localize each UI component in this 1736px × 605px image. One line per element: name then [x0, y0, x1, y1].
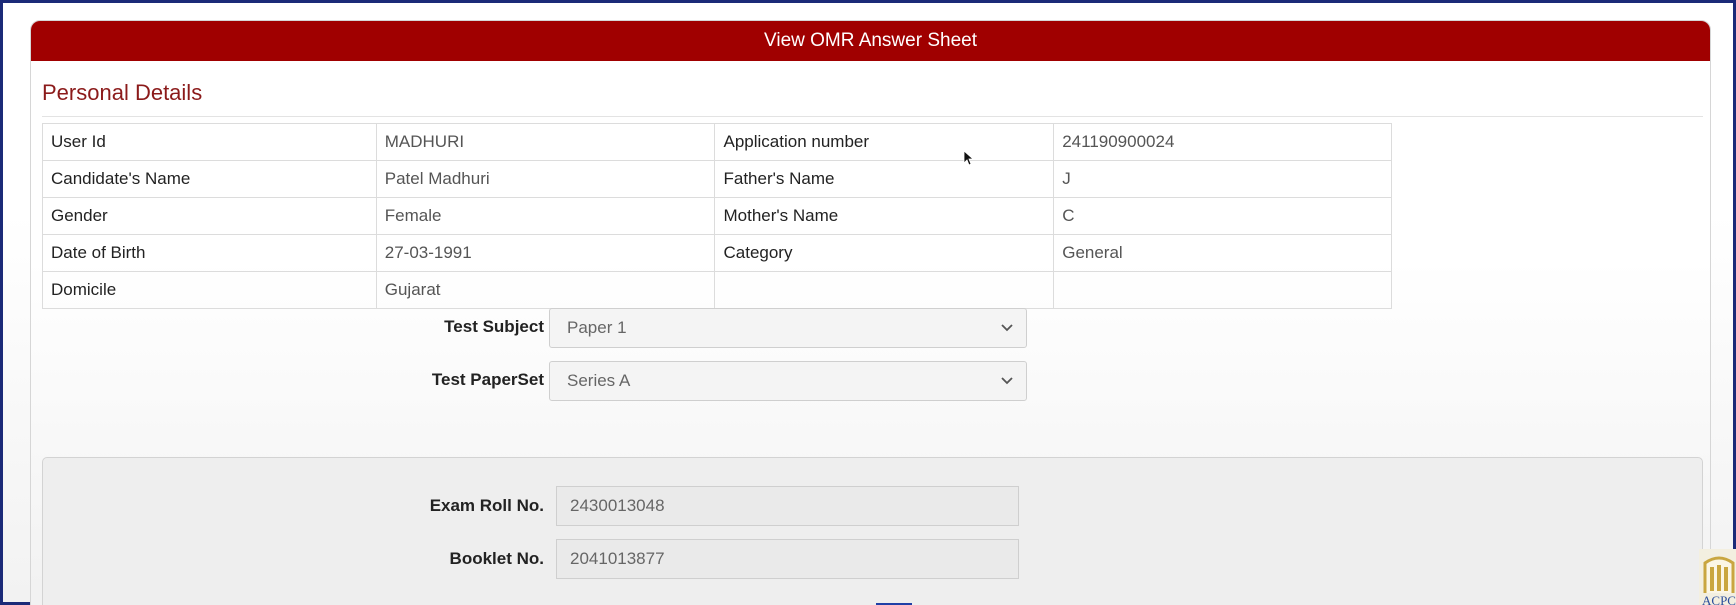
test-subject-value: Paper 1: [567, 318, 627, 337]
test-paperset-value: Series A: [567, 371, 631, 390]
section-divider: [42, 116, 1703, 117]
detail-label: [714, 271, 1055, 309]
detail-label: Category: [714, 234, 1055, 272]
table-row: Date of Birth 27-03-1991 Category General: [42, 234, 1392, 272]
chevron-down-icon: [1001, 362, 1013, 414]
chevron-down-icon: [1001, 309, 1013, 361]
detail-label: Application number: [714, 123, 1055, 161]
test-paperset-row: Test PaperSet Series A: [31, 361, 1710, 401]
screen-frame: View OMR Answer Sheet Personal Details U…: [0, 0, 1736, 605]
detail-label: Mother's Name: [714, 197, 1055, 235]
table-row: Candidate's Name Patel Madhuri Father's Na…: [42, 160, 1392, 198]
test-subject-select[interactable]: Paper 1: [549, 308, 1027, 348]
test-subject-row: Test Subject Paper 1: [31, 308, 1710, 348]
exam-roll-label: Exam Roll No.: [429, 496, 544, 515]
table-row: Gender Female Mother's Name C: [42, 197, 1392, 235]
detail-value: 241190900024: [1053, 123, 1392, 161]
detail-label: Father's Name: [714, 160, 1055, 198]
acpc-logo-text: ACPC: [1702, 593, 1736, 605]
table-row: User Id MADHURI Application number 24119090…: [42, 123, 1392, 161]
omr-card: View OMR Answer Sheet Personal Details U…: [30, 20, 1711, 605]
detail-label: User Id: [42, 123, 377, 161]
detail-value: 27-03-1991: [375, 234, 716, 272]
detail-value: MADHURI: [375, 123, 716, 161]
detail-value: C: [1053, 197, 1392, 235]
exam-roll-field[interactable]: 2430013048: [556, 486, 1019, 526]
detail-label: Date of Birth: [42, 234, 377, 272]
test-paperset-select[interactable]: Series A: [549, 361, 1027, 401]
detail-value: Patel Madhuri: [375, 160, 716, 198]
detail-label: Gender: [42, 197, 377, 235]
table-row: Domicile Gujarat: [42, 271, 1392, 309]
booklet-field[interactable]: 2041013877: [556, 539, 1019, 579]
detail-value: Female: [375, 197, 716, 235]
detail-value: J: [1053, 160, 1392, 198]
detail-label: Domicile: [42, 271, 377, 309]
section-title-personal: Personal Details: [42, 80, 203, 105]
mouse-cursor-icon: [963, 150, 975, 171]
detail-value: Gujarat: [375, 271, 716, 309]
detail-value: General: [1053, 234, 1392, 272]
acpc-logo: ACPC: [1699, 549, 1736, 605]
test-paperset-label: Test PaperSet: [431, 370, 544, 389]
detail-label: Candidate's Name: [42, 160, 377, 198]
detail-value: [1053, 271, 1392, 309]
card-header: View OMR Answer Sheet: [31, 21, 1710, 61]
test-subject-label: Test Subject: [444, 317, 544, 336]
personal-details-table: User Id MADHURI Application number 24119090…: [42, 123, 1392, 309]
exam-info-panel: Exam Roll No. 2430013048 Booklet No. 204…: [42, 457, 1703, 605]
booklet-label: Booklet No.: [449, 549, 544, 568]
